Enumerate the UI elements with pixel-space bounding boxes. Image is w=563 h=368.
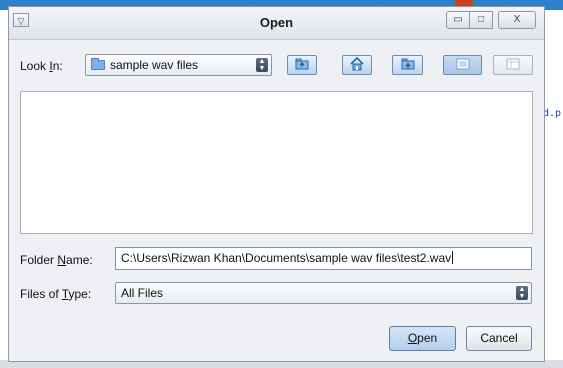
files-of-type-value: All Files [121,286,164,300]
look-in-combo[interactable]: sample wav files ▲ ▼ [85,54,272,76]
new-folder-button[interactable] [392,55,423,75]
open-button[interactable]: Open [389,326,456,351]
open-dialog: ▽ Open ▭ □ X Look In: sample wav files ▲… [8,6,545,362]
home-icon [350,56,364,71]
up-folder-icon [295,58,309,70]
cancel-button[interactable]: Cancel [466,326,532,351]
files-of-type-label: Files of Type: [20,287,92,301]
combo-arrows-icon: ▲ ▼ [516,286,528,300]
maximize-button[interactable]: □ [469,11,493,29]
details-view-icon [506,58,520,70]
minimize-button[interactable]: ▭ [446,11,470,29]
folder-icon [91,58,105,70]
maximize-icon: □ [477,14,485,25]
close-button[interactable]: X [498,11,536,29]
folder-name-label: Folder Name: [20,253,93,267]
new-folder-icon [401,58,414,70]
text-caret [452,251,454,264]
look-in-value: sample wav files [110,58,199,72]
folder-name-input[interactable]: C:\Users\Rizwan Khan\Documents\sample wa… [115,247,532,270]
list-view-button[interactable] [443,55,482,75]
up-one-level-button[interactable] [287,55,317,75]
close-icon: X [513,14,521,25]
list-view-icon [456,58,469,70]
background-code-text: d.p [543,108,562,119]
home-button[interactable] [342,55,372,75]
file-list[interactable] [20,91,533,234]
look-in-label: Look In: [20,59,63,73]
combo-arrows-icon: ▲ ▼ [256,58,268,72]
minimize-icon: ▭ [453,14,463,25]
title-bar[interactable]: ▽ Open ▭ □ X [9,7,544,40]
files-of-type-combo[interactable]: All Files ▲ ▼ [115,282,532,304]
details-view-button[interactable] [493,55,533,75]
